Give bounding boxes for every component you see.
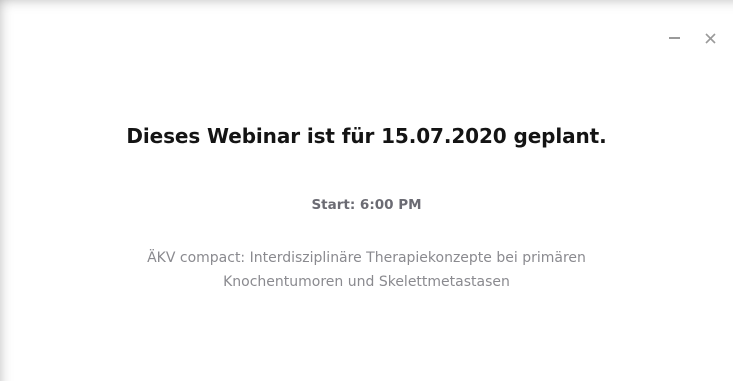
webinar-topic-line-1: ÄKV compact: Interdisziplinäre Therapiek… [147,250,586,266]
start-time: Start: 6:00 PM [311,197,422,213]
webinar-waiting-window: Dieses Webinar ist für 15.07.2020 geplan… [0,0,733,381]
window-frame-shadow [0,0,733,381]
webinar-topic: ÄKV compact: Interdisziplinäre Therapiek… [0,246,733,294]
webinar-topic-line-2: Knochentumoren und Skelettmetastasen [223,274,510,290]
minimize-button[interactable] [667,31,681,45]
close-button[interactable] [703,31,717,45]
webinar-scheduled-title: Dieses Webinar ist für 15.07.2020 geplan… [126,124,607,148]
minimize-icon [668,37,680,39]
window-controls [667,31,717,45]
close-icon [704,32,716,44]
